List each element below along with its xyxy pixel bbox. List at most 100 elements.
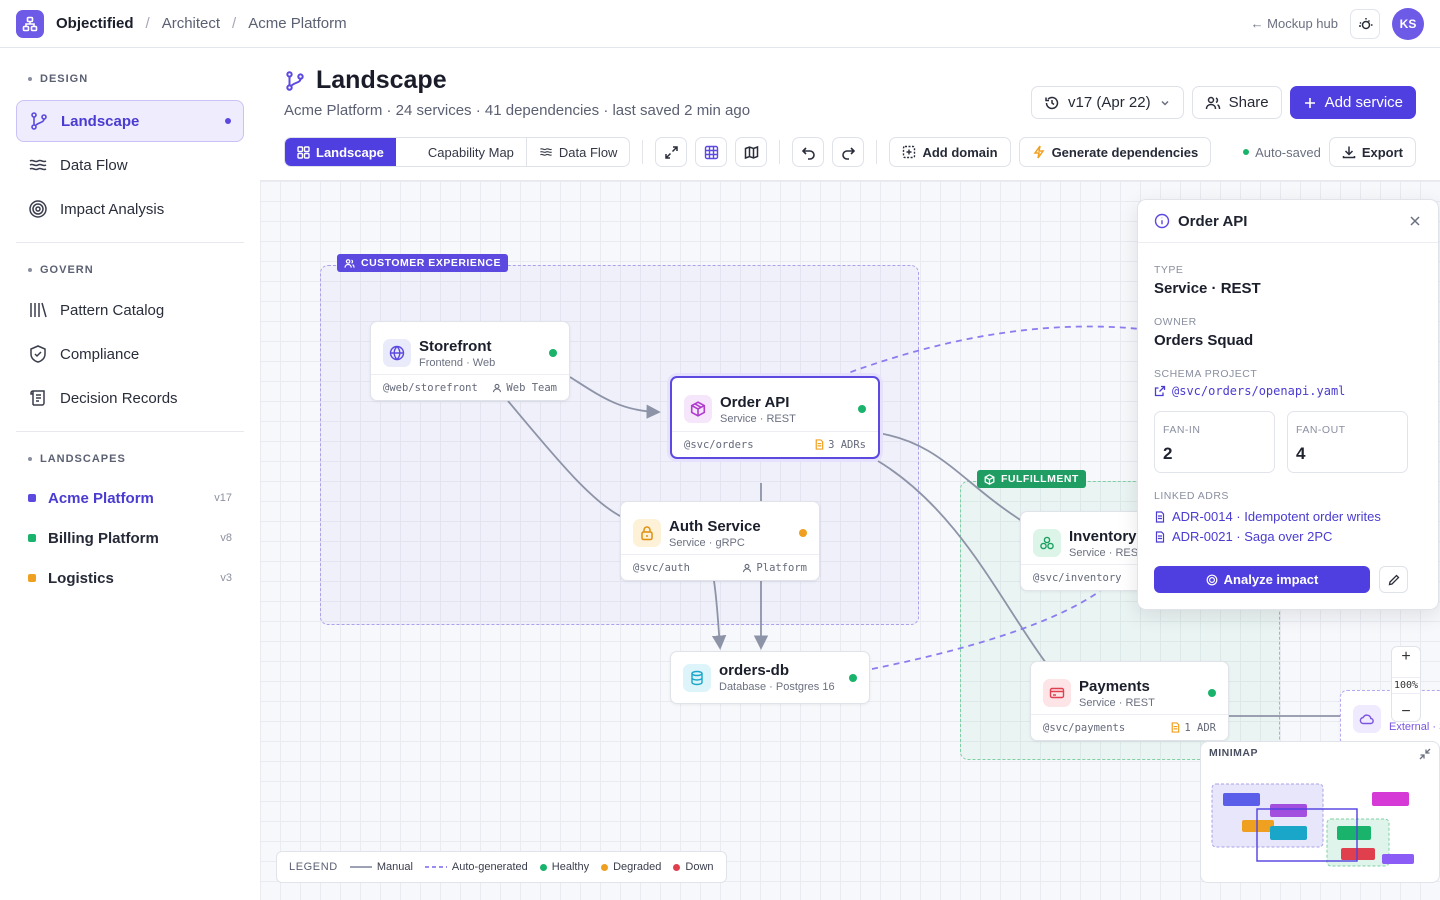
waves-icon [540,148,552,156]
page-subtitle: Acme Platform · 24 services · 41 depende… [284,102,751,119]
section-design-header: DESIGN [16,64,244,94]
branch-icon [31,112,47,130]
users-icon [1205,96,1220,109]
tab-landscape[interactable]: Landscape [285,138,396,166]
add-domain-button[interactable]: Add domain [889,137,1011,167]
history-icon [1045,96,1059,109]
expand-icon [665,145,678,159]
node-order-api[interactable]: Order API Service · REST @svc/orders 3 A… [670,376,880,459]
node-payments[interactable]: Payments Service · REST @svc/payments 1 … [1030,661,1229,741]
redo-button[interactable] [832,137,865,167]
add-service-button[interactable]: Add service [1289,86,1416,119]
tab-data-flow[interactable]: Data Flow [525,138,630,166]
brand-name[interactable]: Objectified [56,15,134,32]
status-healthy [858,405,866,413]
boxes-icon [1033,529,1061,557]
adr-link-0021[interactable]: ADR-0021 · Saga over 2PC [1154,529,1332,544]
document-icon [1155,510,1165,523]
undo-icon [801,146,815,160]
landscape-item-acme-platform[interactable]: Acme Platform v17 [16,478,244,518]
redo-icon [842,146,856,160]
version-select[interactable]: v17 (Apr 22) [1031,86,1184,119]
grid-icon [297,145,310,159]
theme-icon [1359,17,1373,29]
bolt-icon [1033,145,1045,159]
sidebar-item-decision-records[interactable]: Decision Records [16,377,244,419]
fan-out-stat: FAN-OUT 4 [1287,411,1408,473]
zoom-level: 100% [1392,676,1420,694]
adr-doc-icon [1172,722,1180,733]
owner-value: Orders Squad [1154,332,1254,349]
sidebar-item-data-flow[interactable]: Data Flow [16,144,244,186]
status-healthy [849,673,857,682]
generate-dependencies-button[interactable]: Generate dependencies [1018,137,1212,167]
zoom-controls: + 100% − [1391,646,1421,722]
user-icon [743,563,752,572]
target-icon [1206,574,1218,585]
theme-toggle-button[interactable] [1350,8,1380,39]
chevron-down-icon [1161,100,1169,106]
breadcrumb-architect[interactable]: Architect [162,15,220,32]
zoom-out-button[interactable]: − [1401,703,1410,721]
top-bar: Objectified / Architect / Acme Platform … [0,0,1440,48]
edit-button[interactable] [1379,566,1408,593]
globe-icon [383,339,411,367]
landscape-color-swatch [28,534,36,542]
users-icon [344,258,355,268]
scroll-icon [30,390,45,406]
target-icon [29,200,47,218]
share-button[interactable]: Share [1191,86,1282,119]
landscape-canvas[interactable]: CUSTOMER EXPERIENCE FULFILLMENT Storefro… [260,181,1440,900]
domain-tag-customer-experience[interactable]: CUSTOMER EXPERIENCE [337,254,508,272]
toggle-minimap-button[interactable] [735,137,768,167]
sidebar-item-landscape[interactable]: Landscape [16,100,244,142]
waves-icon [29,159,47,171]
breadcrumb-acme-platform[interactable]: Acme Platform [248,15,346,32]
grid-icon [704,145,719,159]
adr-link-0014[interactable]: ADR-0014 · Idempotent order writes [1154,509,1381,524]
toggle-grid-button[interactable] [695,137,728,167]
mockup-hub-link[interactable]: ← Mockup hub [1251,16,1338,31]
domain-tag-fulfillment[interactable]: FULFILLMENT [977,470,1086,488]
node-auth-service[interactable]: Auth Service Service · gRPC @svc/auth Pl… [620,501,820,581]
minimap-preview [1211,783,1414,867]
node-external[interactable]: e External · 3 [1340,690,1440,746]
schema-project-link[interactable]: @svc/orders/openapi.yaml [1154,384,1345,398]
status-degraded [799,529,807,537]
export-button[interactable]: Export [1328,137,1416,167]
download-icon [1342,146,1356,159]
undo-button[interactable] [792,137,825,167]
page-header: Landscape Acme Platform · 24 services · … [260,48,1440,181]
node-storefront[interactable]: Storefront Frontend · Web @web/storefron… [370,321,570,401]
app-logo-icon[interactable] [16,9,44,38]
type-value: Service · REST [1154,280,1261,297]
database-icon [683,663,711,692]
section-govern-header: GOVERN [16,255,244,285]
tab-capability-map[interactable]: Capability Map [396,138,526,166]
node-orders-db[interactable]: orders-db Database · Postgres 16 [670,651,870,704]
plus-icon [1304,97,1315,108]
node-details-panel: Order API TYPE Service · REST OWNER Orde… [1137,199,1439,610]
analyze-impact-button[interactable]: Analyze impact [1154,566,1370,593]
user-avatar[interactable]: KS [1392,7,1424,40]
sidebar-item-compliance[interactable]: Compliance [16,333,244,375]
cloud-icon [1353,705,1381,733]
sidebar-item-impact-analysis[interactable]: Impact Analysis [16,188,244,230]
fit-view-button[interactable] [655,137,688,167]
minimap[interactable]: MINIMAP [1200,741,1440,883]
close-icon[interactable] [1408,214,1422,228]
info-icon [1154,213,1170,229]
landscape-color-swatch [28,494,36,502]
shield-icon [30,345,46,363]
zoom-in-button[interactable]: + [1401,647,1410,667]
sidebar-item-pattern-catalog[interactable]: Pattern Catalog [16,289,244,331]
package-icon [684,395,712,423]
view-switcher: Landscape Capability Map Data Flow [284,137,631,167]
branch-icon [286,70,304,91]
status-healthy [1208,689,1216,697]
library-icon [30,302,47,318]
landscape-item-billing-platform[interactable]: Billing Platform v8 [16,518,244,558]
credit-card-icon [1043,679,1071,707]
landscape-item-logistics[interactable]: Logistics v3 [16,558,244,598]
pencil-icon [1388,574,1399,585]
